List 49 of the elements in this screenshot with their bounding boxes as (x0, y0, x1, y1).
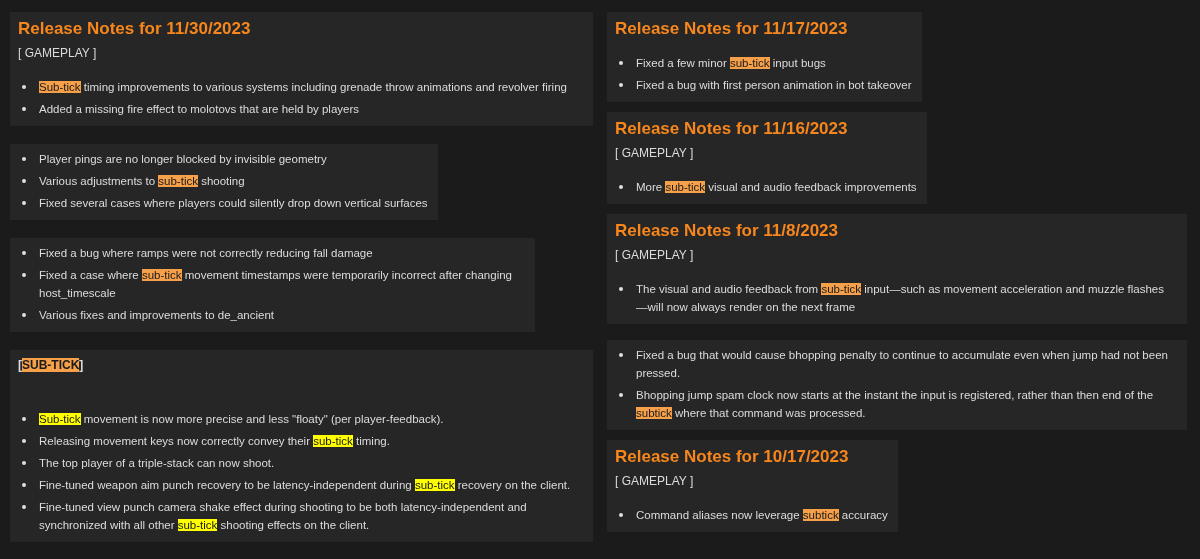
release-notes-title: Release Notes for 11/17/2023 (615, 18, 849, 40)
bullet-icon (22, 107, 26, 111)
note-item: Various fixes and improvements to de_ancient (39, 308, 275, 323)
release-notes-title: Release Notes for 10/17/2023 (615, 446, 850, 468)
section-label: [ GAMEPLAY ] (615, 145, 695, 162)
note-item: Fixed a case where sub-tick movement timestamps were temporarily incorrect after changing host_timescale (39, 268, 513, 301)
note-item: Fixed a bug where ramps were not correctly reducing fall damage (39, 246, 373, 261)
note-item: Fixed a bug with first person animation in bot takeover (636, 78, 912, 93)
section-label: [ GAMEPLAY ] (615, 473, 695, 490)
section-label: [ GAMEPLAY ] (615, 247, 695, 264)
note-item: Fixed a bug that would cause bhopping penalty to continue to accumulate even when jump had not been pressed. (636, 348, 1169, 381)
note-item: Fixed a few minor sub-tick input bugs (636, 56, 826, 71)
note-item: Fine-tuned weapon aim punch recovery to be latency-independent during sub-tick recovery on the client. (39, 478, 571, 493)
note-item: Sub-tick timing improvements to various systems including grenade throw animations and revolver firing (39, 80, 567, 95)
bullet-icon (619, 393, 623, 397)
bullet-icon (619, 61, 623, 65)
bullet-icon (22, 201, 26, 205)
note-item: The top player of a triple-stack can now shoot. (39, 456, 275, 471)
bullet-icon (22, 179, 26, 183)
bullet-icon (22, 505, 26, 509)
note-item: Fixed several cases where players could silently drop down vertical surfaces (39, 196, 428, 211)
bullet-icon (619, 353, 623, 357)
bullet-icon (22, 157, 26, 161)
bullet-icon (22, 313, 26, 317)
note-item: Fine-tuned view punch camera shake effect during shooting to be both latency-independent and synchronized with all other sub-tick shooting effects on the client. (39, 500, 528, 533)
note-item: Releasing movement keys now correctly convey their sub-tick timing. (39, 434, 390, 449)
note-item: The visual and audio feedback from sub-tick input—such as movement acceleration and muzzle flashes —will now always render on the next frame (636, 282, 1165, 315)
note-item: Sub-tick movement is now more precise and less "floaty" (per player-feedback). (39, 412, 444, 427)
bullet-icon (619, 287, 623, 291)
bullet-icon (619, 185, 623, 189)
bullet-icon (619, 513, 623, 517)
bullet-icon (22, 85, 26, 89)
release-notes-title: Release Notes for 11/8/2023 (615, 220, 840, 242)
bullet-icon (22, 251, 26, 255)
note-item: More sub-tick visual and audio feedback improvements (636, 180, 917, 195)
bullet-icon (22, 417, 26, 421)
bullet-icon (619, 83, 623, 87)
note-item: Various adjustments to sub-tick shooting (39, 174, 245, 189)
release-notes-title: Release Notes for 11/16/2023 (615, 118, 849, 140)
section-label: [ GAMEPLAY ] (18, 45, 98, 62)
bullet-icon (22, 461, 26, 465)
release-notes-title: Release Notes for 11/30/2023 (18, 18, 252, 40)
note-item: Player pings are no longer blocked by invisible geometry (39, 152, 327, 167)
note-item: Command aliases now leverage subtick accuracy (636, 508, 888, 523)
bullet-icon (22, 439, 26, 443)
bullet-icon (22, 483, 26, 487)
bullet-icon (22, 273, 26, 277)
note-item: Bhopping jump spam clock now starts at the instant the input is registered, rather than then end of the subtick where that command was processed. (636, 388, 1155, 421)
note-item: Added a missing fire effect to molotovs that are held by players (39, 102, 360, 117)
